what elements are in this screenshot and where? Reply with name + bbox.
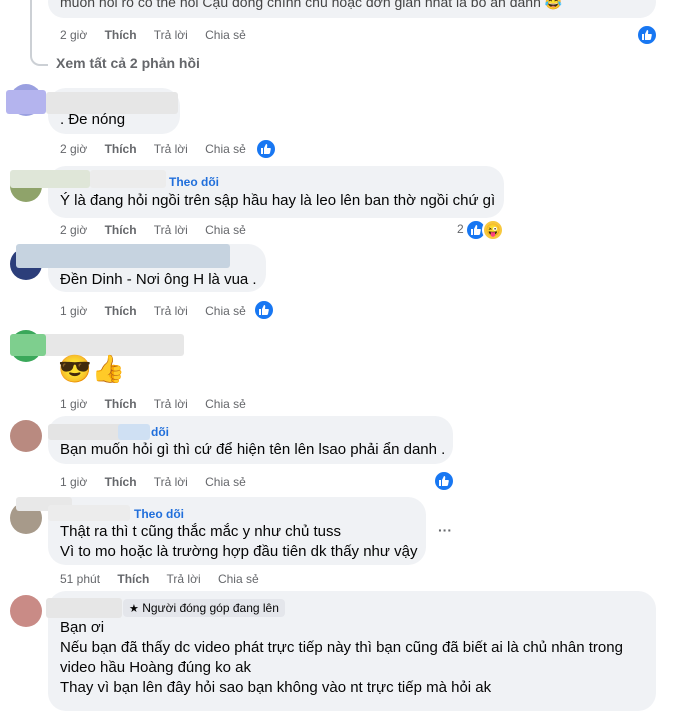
author-name-blurred[interactable] — [10, 334, 46, 356]
author-name-blurred[interactable] — [90, 170, 166, 188]
time-link[interactable]: 51 phút — [60, 572, 100, 586]
author-name-blurred[interactable] — [46, 598, 122, 618]
like-button[interactable]: Thích — [105, 28, 137, 42]
comment-text: Ý là đang hỏi ngồi trên sập hầu hay là l… — [60, 192, 496, 209]
comment-text-line-4: Thay vì bạn lên đây hỏi sao bạn không và… — [60, 679, 492, 696]
emoji-content: 😎👍 — [58, 354, 126, 384]
reaction-count[interactable]: 2 — [457, 222, 464, 236]
comment-actions: 2 giờ Thích Trả lời Chia sẻ — [60, 222, 260, 238]
comment-text: Đền Dinh - Nơi ông H là vua . — [60, 271, 257, 288]
reply-button[interactable]: Trả lời — [154, 28, 188, 42]
comment-text-line-1: Thật ra thì t cũng thắc mắc y như chủ tu… — [60, 523, 342, 540]
like-reaction-icon — [253, 299, 275, 321]
time-link[interactable]: 1 giờ — [60, 397, 87, 411]
star-icon: ★ — [129, 603, 139, 615]
share-button[interactable]: Chia sẻ — [205, 28, 246, 42]
time-link[interactable]: 2 giờ — [60, 28, 87, 42]
like-button[interactable]: Thích — [105, 304, 137, 318]
avatar[interactable] — [10, 420, 42, 452]
reply-button[interactable]: Trả lời — [154, 223, 188, 237]
author-name-blurred[interactable] — [118, 424, 150, 440]
thread-line-curve — [30, 50, 48, 66]
like-button[interactable]: Thích — [117, 572, 149, 586]
comment-actions: 2 giờ Thích Trả lời Chia sẻ — [60, 27, 260, 43]
comment-actions: 2 giờ Thích Trả lời Chia sẻ — [60, 141, 260, 157]
avatar[interactable] — [10, 595, 42, 627]
like-button[interactable]: Thích — [105, 223, 137, 237]
thread-line — [30, 0, 32, 50]
comment-text-line-1: Bạn ơi — [60, 619, 105, 636]
follow-link[interactable]: dõi — [151, 425, 169, 439]
more-options-button[interactable]: ··· — [438, 522, 452, 538]
author-name-blurred[interactable] — [48, 505, 130, 521]
share-button[interactable]: Chia sẻ — [205, 475, 246, 489]
time-link[interactable]: 2 giờ — [60, 142, 87, 156]
share-button[interactable]: Chia sẻ — [218, 572, 259, 586]
comment-text-line-2: Vì to mo hoặc là trường hợp đầu tiên dk … — [60, 543, 418, 560]
reply-button[interactable]: Trả lời — [154, 397, 188, 411]
author-name-blurred[interactable] — [16, 244, 230, 268]
reply-button[interactable]: Trả lời — [154, 475, 188, 489]
contributor-badge: ★ Người đóng góp đang lên — [123, 599, 285, 617]
like-button[interactable]: Thích — [105, 475, 137, 489]
comment-text: Bạn muốn hỏi gì thì cứ để hiện tên lên l… — [60, 441, 446, 458]
author-name-blurred[interactable] — [10, 170, 90, 188]
comment-actions: 1 giờ Thích Trả lời Chia sẻ — [60, 474, 260, 490]
follow-link[interactable]: Theo dõi — [134, 507, 184, 521]
reply-button[interactable]: Trả lời — [154, 304, 188, 318]
comment-actions: 1 giờ Thích Trả lời Chia sẻ — [60, 396, 260, 412]
like-reaction-icon — [636, 24, 658, 46]
badge-label: Người đóng góp đang lên — [142, 601, 279, 615]
comment-actions: 51 phút Thích Trả lời Chia sẻ — [60, 571, 273, 587]
comment-text: muốn hỏi rõ có thể nói Cậu đồng chính ch… — [60, 0, 563, 10]
comment-actions: 1 giờ Thích Trả lời Chia sẻ — [60, 303, 260, 319]
like-reaction-icon — [255, 138, 277, 160]
like-button[interactable]: Thích — [105, 397, 137, 411]
comment-text-line-3: video hầu Hoàng đúng ko ak — [60, 659, 251, 676]
follow-link[interactable]: Theo dõi — [169, 175, 219, 189]
like-reaction-icon — [433, 470, 455, 492]
time-link[interactable]: 2 giờ — [60, 223, 87, 237]
like-button[interactable]: Thích — [105, 142, 137, 156]
time-link[interactable]: 1 giờ — [60, 475, 87, 489]
author-name-blurred[interactable] — [6, 90, 46, 114]
reply-button[interactable]: Trả lời — [167, 572, 201, 586]
haha-reaction-icon: 😜 — [482, 219, 504, 241]
reply-button[interactable]: Trả lời — [154, 142, 188, 156]
view-replies-link[interactable]: Xem tất cả 2 phản hồi — [56, 55, 200, 71]
time-link[interactable]: 1 giờ — [60, 304, 87, 318]
share-button[interactable]: Chia sẻ — [205, 397, 246, 411]
share-button[interactable]: Chia sẻ — [205, 304, 246, 318]
comment-text: . Đe nóng — [60, 111, 126, 128]
comment-text-line-2: Nếu bạn đã thấy dc video phát trực tiếp … — [60, 639, 623, 656]
share-button[interactable]: Chia sẻ — [205, 142, 246, 156]
share-button[interactable]: Chia sẻ — [205, 223, 246, 237]
